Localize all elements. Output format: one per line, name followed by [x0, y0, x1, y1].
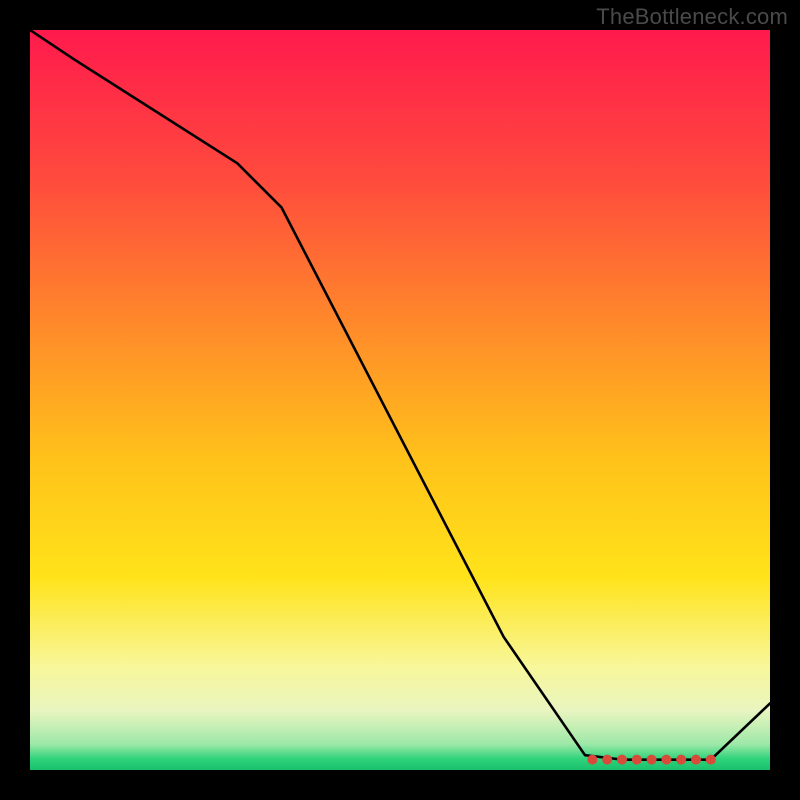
chart-svg — [30, 30, 770, 770]
chart-root: TheBottleneck.com — [0, 0, 800, 800]
plateau-marker — [587, 755, 597, 765]
plateau-marker — [617, 755, 627, 765]
plateau-marker — [706, 755, 716, 765]
plateau-marker — [632, 755, 642, 765]
plot-area — [30, 30, 770, 770]
plateau-marker — [676, 755, 686, 765]
gradient-background — [30, 30, 770, 770]
plateau-marker — [661, 755, 671, 765]
plateau-marker — [602, 755, 612, 765]
plateau-markers — [587, 755, 715, 765]
watermark-text: TheBottleneck.com — [596, 4, 788, 30]
plateau-marker — [691, 755, 701, 765]
plateau-marker — [647, 755, 657, 765]
